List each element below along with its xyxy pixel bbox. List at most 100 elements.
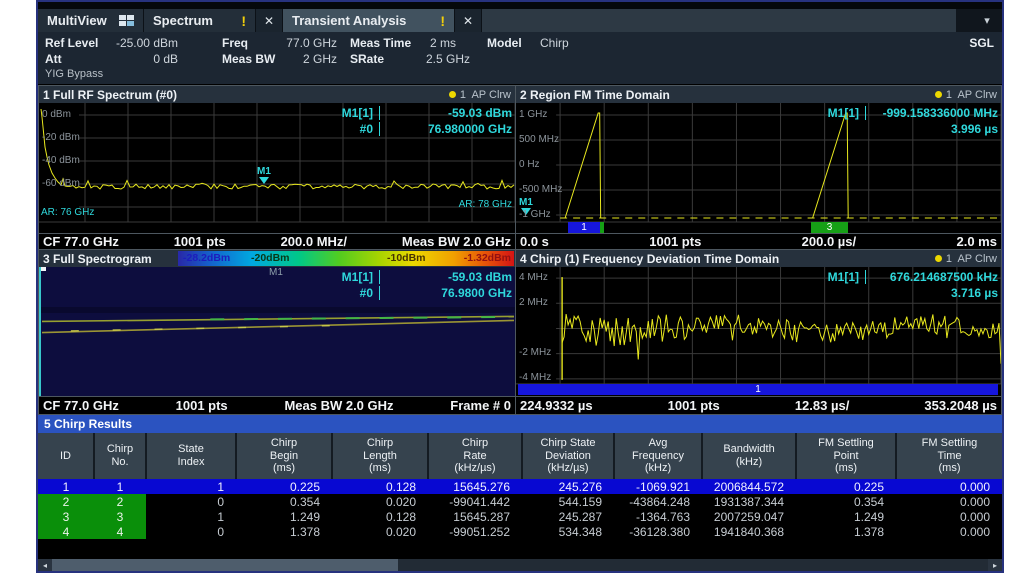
panel-1-full-rf-spectrum: 1 Full RF Spectrum (#0) 1 AP Clrw M1[1]-… (38, 85, 516, 250)
chirp-region-bar-1[interactable]: 1 (518, 384, 998, 395)
table-cell: 0.000 (896, 524, 1002, 539)
table-cell: 0.000 (896, 494, 1002, 509)
scale-min-label: -28.2dBm (183, 252, 230, 264)
marker-value: -59.03 dBm (380, 270, 512, 284)
table-cell: 1 (38, 479, 94, 494)
channel-tab-bar: MultiView Spectrum ! ✕ Transient Analysi… (38, 9, 1002, 32)
ref-level-value[interactable]: -25.00 dBm (96, 36, 178, 50)
chirp-results-section: 5 Chirp Results IDChirp No.State IndexCh… (38, 415, 1002, 559)
close-icon: ✕ (264, 14, 274, 28)
analysis-region-right-label: AR: 78 GHz (459, 199, 512, 210)
arrow-left-icon: ◂ (43, 561, 47, 570)
y-axis-label: 0 dBm (42, 109, 71, 120)
scroll-right-button[interactable]: ▸ (988, 559, 1002, 571)
table-cell: 2007259.047 (702, 509, 796, 524)
table-cell: 1.378 (796, 524, 896, 539)
spectrogram-color-scale[interactable]: -28.2dBm -20dBm -10dBm -1.32dBm (178, 251, 514, 266)
panel-row-top: 1 Full RF Spectrum (#0) 1 AP Clrw M1[1]-… (38, 85, 1002, 250)
marker-value: 3.996 µs (866, 122, 998, 136)
table-cell: 1.378 (236, 524, 332, 539)
table-empty-area (38, 539, 1002, 559)
scroll-left-button[interactable]: ◂ (38, 559, 52, 571)
panel-3-footer: CF 77.0 GHz1001 ptsMeas BW 2.0 GHzFrame … (39, 396, 515, 414)
panel-4-plot-area[interactable]: M1[1]676.214687500 kHz3.716 µs 1 4 MHz2 … (516, 267, 1001, 396)
horizontal-scrollbar[interactable]: ◂ ▸ (38, 559, 1002, 571)
panel-1-plot-area[interactable]: M1[1]-59.03 dBm#076.980000 GHz AR: 76 GH… (39, 103, 515, 233)
footer-item: Meas BW 2.0 GHz (402, 234, 511, 249)
table-row[interactable]: 1110.2250.12815645.276245.276-1069.92120… (38, 479, 1002, 494)
tab-transient-analysis[interactable]: Transient Analysis ! (283, 9, 455, 32)
panel-2-header: 2 Region FM Time Domain 1 AP Clrw (516, 86, 1001, 103)
tab-multiview-label: MultiView (47, 13, 107, 28)
table-cell: 1931387.344 (702, 494, 796, 509)
meas-bw-value[interactable]: 2 GHz (258, 52, 337, 66)
y-axis-label: -20 dBm (42, 132, 80, 143)
footer-item: CF 77.0 GHz (43, 234, 119, 249)
panel-2-trace-badge[interactable]: 1 AP Clrw (935, 89, 997, 101)
tab-multiview[interactable]: MultiView (38, 9, 144, 32)
panel-4-trace-badge[interactable]: 1 AP Clrw (935, 253, 997, 265)
y-axis-label: 500 MHz (519, 134, 559, 145)
table-cell: 1 (94, 479, 146, 494)
table-cell: -36128.380 (614, 524, 702, 539)
tab-transient-close-button[interactable]: ✕ (455, 9, 482, 32)
scrollbar-thumb[interactable] (52, 559, 398, 571)
srate-value[interactable]: 2.5 GHz (416, 52, 470, 66)
scrollbar-track[interactable] (398, 559, 988, 571)
table-cell: 1 (146, 509, 236, 524)
chirp-region-bar-1[interactable]: 1 (568, 222, 600, 233)
tab-spectrum-close-button[interactable]: ✕ (256, 9, 283, 32)
freq-value[interactable]: 77.0 GHz (258, 36, 337, 50)
table-cell: 15645.276 (428, 479, 522, 494)
analysis-region-left-label: AR: 76 GHz (41, 207, 94, 218)
panel-1-trace-badge[interactable]: 1 AP Clrw (449, 89, 511, 101)
y-axis-label: 1 GHz (519, 109, 547, 120)
marker-name: #0 (360, 286, 380, 300)
y-axis-label: -40 dBm (42, 155, 80, 166)
y-axis-label: -500 MHz (519, 184, 562, 195)
table-row[interactable]: 4401.3780.020-99051.252534.348-36128.380… (38, 524, 1002, 539)
panel-2-footer: 0.0 s1001 pts200.0 µs/2.0 ms (516, 233, 1001, 249)
table-cell: 0 (146, 524, 236, 539)
att-value[interactable]: 0 dB (96, 52, 178, 66)
meas-time-value[interactable]: 2 ms (416, 36, 456, 50)
marker-triangle-icon (259, 177, 269, 184)
channel-settings-bar: Ref Level -25.00 dBm Freq 77.0 GHz Meas … (38, 32, 1002, 85)
table-cell: 0.225 (236, 479, 332, 494)
table-cell: 1 (146, 479, 236, 494)
table-row[interactable]: 2200.3540.020-99041.442544.159-43864.248… (38, 494, 1002, 509)
trace-active-dot-icon (449, 91, 456, 98)
arrow-right-icon: ▸ (993, 561, 997, 570)
region-number: 1 (581, 222, 587, 233)
panel-4-chirp-frequency-deviation: 4 Chirp (1) Frequency Deviation Time Dom… (516, 250, 1002, 415)
footer-item: 224.9332 µs (520, 398, 593, 413)
column-header: Chirp State Deviation (kHz/µs) (522, 433, 614, 479)
panel-2-region-fm-time-domain: 2 Region FM Time Domain 1 AP Clrw M1[1]-… (516, 85, 1002, 250)
panel-3-full-spectrogram: 3 Full Spectrogram -28.2dBm -20dBm -10dB… (38, 250, 516, 415)
chevron-down-icon: ▾ (984, 14, 990, 27)
tab-spectrum[interactable]: Spectrum ! (144, 9, 256, 32)
panel-2-plot-area[interactable]: M1[1]-999.158336000 MHz3.996 µs M1 1 3 1… (516, 103, 1001, 233)
window-top-strip (38, 2, 1002, 9)
column-header: Avg Frequency (kHz) (614, 433, 702, 479)
panel-3-spectrogram-area[interactable]: M1 M1[1]-59.03 dBm#076.9800 GHz (39, 267, 515, 396)
footer-item: Meas BW 2.0 GHz (284, 398, 393, 413)
table-cell: -43864.248 (614, 494, 702, 509)
marker-readout-row: M1[1]676.214687500 kHz (828, 269, 998, 285)
marker-readout-row: M1[1]-59.03 dBm (342, 269, 512, 285)
tab-list-dropdown-button[interactable]: ▾ (972, 9, 1002, 32)
yig-bypass-status: YIG Bypass (45, 68, 103, 80)
table-row[interactable]: 3311.2490.12815645.287245.287-1364.76320… (38, 509, 1002, 524)
model-value[interactable]: Chirp (540, 36, 569, 50)
marker-m1[interactable]: M1 (255, 166, 273, 184)
table-cell: 0.000 (896, 509, 1002, 524)
footer-item: 200.0 MHz/ (281, 234, 347, 249)
panel-1-header: 1 Full RF Spectrum (#0) 1 AP Clrw (39, 86, 515, 103)
table-cell: 0.000 (896, 479, 1002, 494)
footer-item: 1001 pts (649, 234, 701, 249)
table-cell: 1.249 (236, 509, 332, 524)
chirp-region-bar-3[interactable]: 3 (811, 222, 848, 233)
table-cell: 3 (94, 509, 146, 524)
column-header: Chirp No. (94, 433, 146, 479)
panel-2-title: 2 Region FM Time Domain (520, 88, 670, 102)
